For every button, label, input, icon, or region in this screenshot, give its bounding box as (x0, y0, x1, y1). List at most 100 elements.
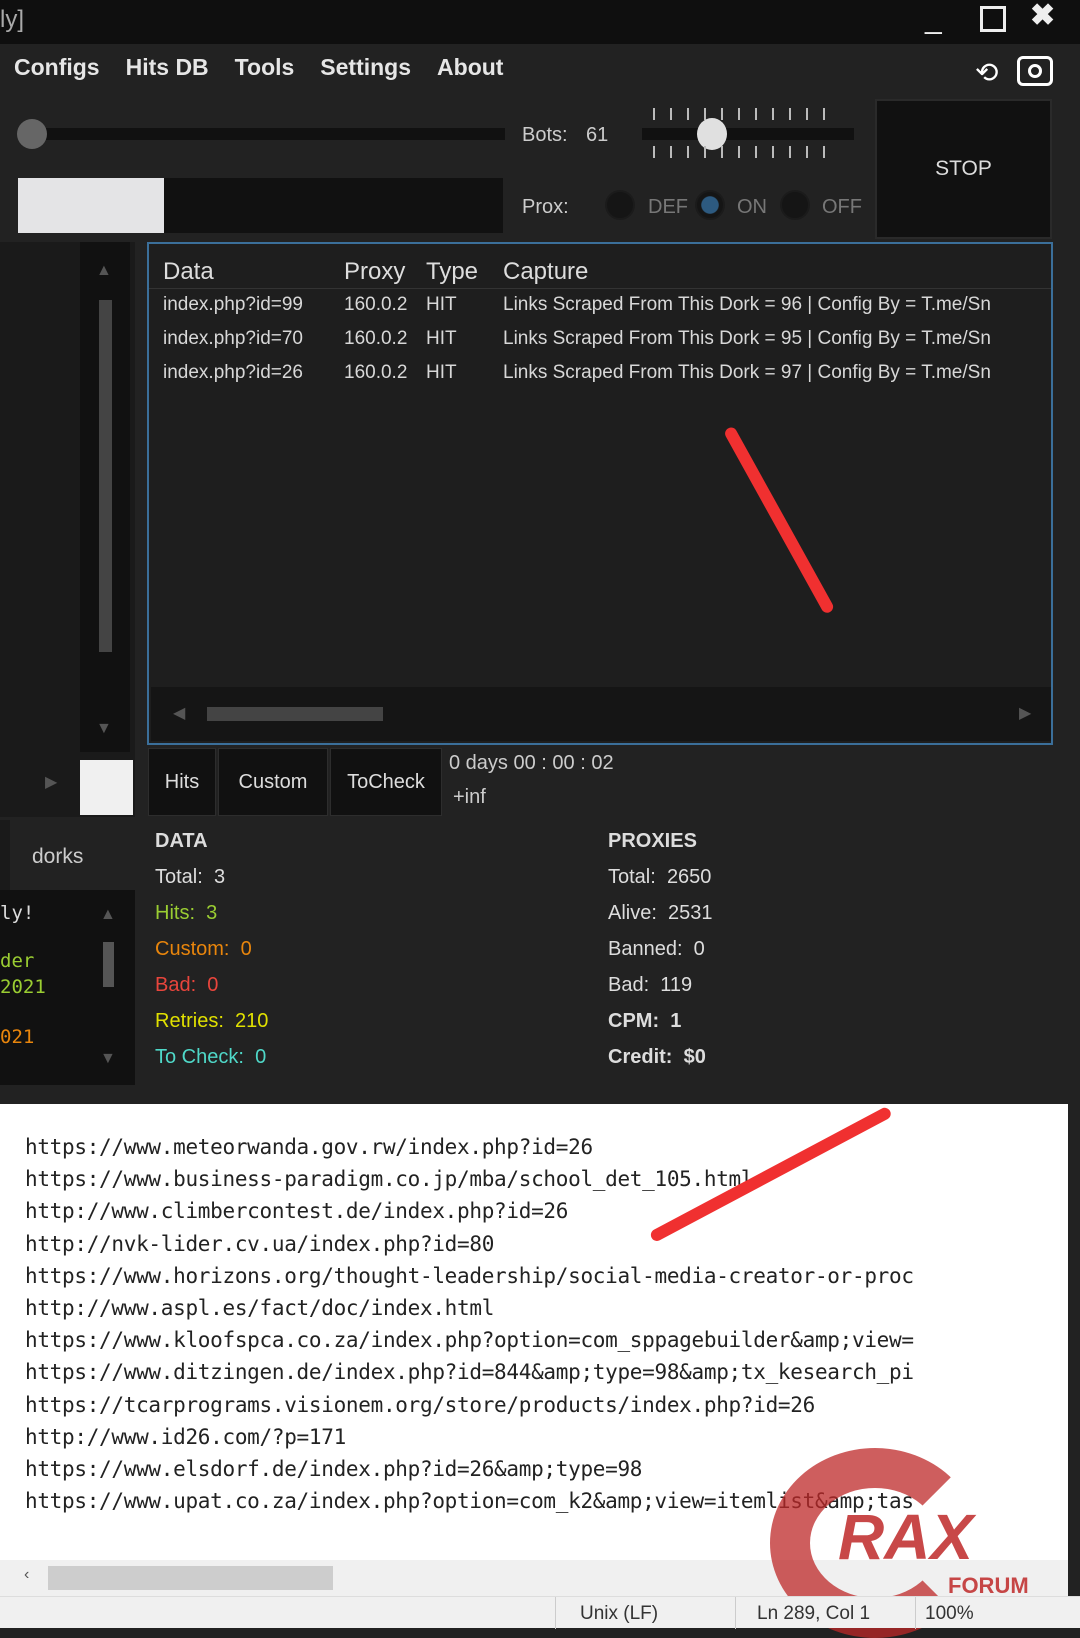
editor-line: http://nvk-lider.cv.ua/index.php?id=80 (25, 1231, 495, 1256)
editor-line: https://www.elsdorf.de/index.php?id=26&a… (25, 1457, 643, 1481)
tab-custom[interactable]: Custom (218, 748, 328, 816)
prox-label: Prox: (522, 196, 569, 218)
hscroll-thumb[interactable] (48, 1566, 333, 1590)
log-panel: ly! der 2021 021 ▲ ▼ (0, 890, 135, 1085)
bots-slider[interactable] (642, 128, 854, 140)
prox-off-radio[interactable] (780, 190, 810, 220)
scroll-up-icon[interactable]: ▲ (96, 262, 112, 280)
minimize-button[interactable]: _ (925, 2, 942, 36)
editor-line: http://www.climbercontest.de/index.php?i… (25, 1199, 569, 1224)
menu-settings[interactable]: Settings (320, 54, 411, 81)
proxy-credit: Credit: $0 (608, 1046, 706, 1068)
menu-hits-db[interactable]: Hits DB (126, 54, 209, 81)
editor-line: http://www.id26.com/?p=171 (25, 1424, 346, 1449)
cell-type: HIT (426, 362, 457, 383)
cell-proxy: 160.0.2 (344, 362, 408, 383)
log-line: der (0, 950, 35, 972)
editor-line: https://www.business-paradigm.co.jp/mba/… (25, 1167, 754, 1192)
menu-tools[interactable]: Tools (235, 54, 295, 81)
bots-ticks-top (653, 108, 825, 120)
data-title: DATA (155, 830, 208, 852)
scroll-thumb[interactable] (99, 300, 112, 652)
cell-proxy: 160.0.2 (344, 328, 408, 349)
scroll-left-icon[interactable]: ‹ (24, 1566, 29, 1584)
stat-total: Total: 3 (155, 866, 226, 888)
cell-type: HIT (426, 294, 457, 315)
scroll-down-icon[interactable]: ▼ (100, 1050, 116, 1068)
scroll-up-icon[interactable]: ▲ (100, 906, 116, 924)
log-line: ly! (0, 902, 35, 924)
stop-button[interactable]: STOP (875, 99, 1052, 239)
cell-data: index.php?id=70 (163, 328, 303, 349)
col-type[interactable]: Type (426, 258, 478, 286)
cell-capture: Links Scraped From This Dork = 96 | Conf… (503, 294, 991, 315)
log-scroll-thumb[interactable] (103, 942, 114, 987)
col-data[interactable]: Data (163, 258, 214, 286)
log-line: 2021 (0, 976, 46, 998)
tab-tocheck[interactable]: ToCheck (330, 748, 442, 816)
progress-bar (18, 178, 503, 233)
cell-proxy: 160.0.2 (344, 294, 408, 315)
proxy-cpm: CPM: 1 (608, 1010, 682, 1032)
prox-def-radio[interactable] (605, 190, 635, 220)
maximize-button[interactable] (980, 6, 1006, 32)
scroll-right-icon[interactable]: ▶ (45, 772, 57, 792)
elapsed-timer: 0 days 00 : 00 : 02 (449, 752, 614, 774)
eol-status[interactable]: Unix (LF) (580, 1603, 658, 1625)
bots-ticks-bottom (653, 146, 825, 158)
scroll-down-icon[interactable]: ▼ (96, 720, 112, 738)
prox-off-label[interactable]: OFF (822, 196, 862, 219)
stat-tocheck: To Check: 0 (155, 1046, 267, 1068)
cursor-position[interactable]: Ln 289, Col 1 (757, 1603, 870, 1625)
stat-custom: Custom: 0 (155, 938, 252, 960)
tab-hits[interactable]: Hits (148, 748, 216, 816)
stat-hits: Hits: 3 (155, 902, 218, 924)
speed-slider[interactable] (20, 128, 505, 140)
col-capture[interactable]: Capture (503, 258, 588, 286)
prox-on-label[interactable]: ON (737, 196, 767, 219)
stat-bad: Bad: 0 (155, 974, 219, 996)
proxies-title: PROXIES (608, 830, 697, 852)
proxy-banned: Banned: 0 (608, 938, 705, 960)
editor-line: https://www.horizons.org/thought-leaders… (25, 1263, 914, 1288)
editor-line: https://www.kloofspca.co.za/index.php?op… (25, 1328, 914, 1353)
proxy-bad: Bad: 119 (608, 974, 693, 996)
col-proxy[interactable]: Proxy (344, 258, 405, 286)
editor-line: https://www.meteorwanda.gov.rw/index.php… (25, 1135, 593, 1159)
left-scrollbar[interactable]: ▲ ▼ (80, 242, 130, 752)
menu-configs[interactable]: Configs (14, 54, 100, 81)
log-line: 021 (0, 1026, 35, 1048)
window-title: ly] (0, 6, 24, 33)
close-button[interactable]: ✖ (1030, 0, 1055, 33)
cell-data: index.php?id=99 (163, 294, 303, 315)
cell-capture: Links Scraped From This Dork = 97 | Conf… (503, 362, 991, 383)
scroll-right-icon[interactable]: ▶ (1019, 703, 1031, 723)
history-icon[interactable]: ⟲ (975, 56, 998, 89)
proxy-alive: Alive: 2531 (608, 902, 713, 924)
cell-type: HIT (426, 328, 457, 349)
prox-on-radio[interactable] (695, 190, 725, 220)
zoom-level[interactable]: 100% (925, 1603, 974, 1625)
tab-dorks[interactable]: dorks (32, 845, 83, 869)
editor-line: http://www.aspl.es/fact/doc/index.html (25, 1296, 495, 1320)
hits-table: Data Proxy Type Capture index.php?id=99 1… (147, 242, 1053, 745)
cell-capture: Links Scraped From This Dork = 95 | Conf… (503, 328, 991, 349)
rate: +inf (453, 786, 486, 808)
hscroll-thumb[interactable] (207, 707, 383, 721)
prox-def-label[interactable]: DEF (648, 196, 688, 219)
editor-line: https://www.ditzingen.de/index.php?id=84… (25, 1360, 914, 1385)
left-white-box (80, 760, 133, 815)
status-bar: Unix (LF) Ln 289, Col 1 100% (0, 1596, 1080, 1629)
speed-slider-knob[interactable] (17, 119, 47, 149)
cell-data: index.php?id=26 (163, 362, 303, 383)
menu-about[interactable]: About (437, 54, 503, 81)
stat-retries: Retries: 210 (155, 1010, 269, 1032)
table-hscrollbar[interactable]: ◀ ▶ (151, 687, 1051, 741)
progress-fill (18, 178, 164, 233)
camera-icon[interactable] (1017, 56, 1053, 86)
bots-label: Bots: (522, 124, 568, 146)
menu-bar: Configs Hits DB Tools Settings About (14, 54, 503, 81)
editor-line: https://tcarprograms.visionem.org/store/… (25, 1392, 815, 1417)
scroll-left-icon[interactable]: ◀ (173, 703, 185, 723)
title-bar: ly] _ ✖ (0, 0, 1080, 44)
